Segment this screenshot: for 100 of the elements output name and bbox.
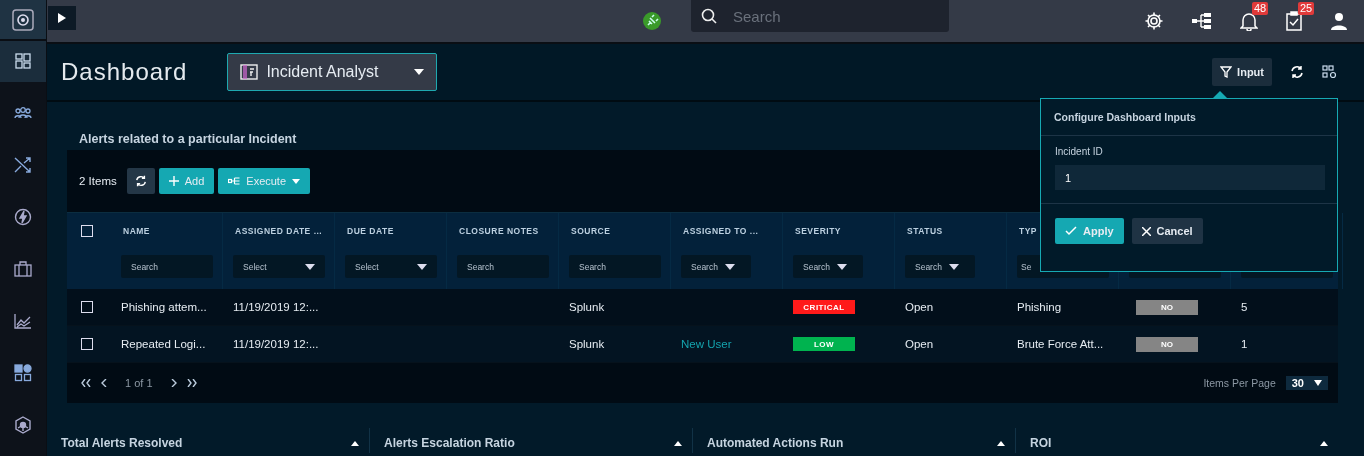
row-checkbox[interactable] bbox=[81, 338, 93, 350]
caret-icon bbox=[305, 263, 315, 270]
workflow-icon bbox=[228, 177, 241, 185]
table-cell: Repeated Logi... bbox=[121, 338, 206, 350]
people-icon bbox=[14, 106, 32, 121]
caret-icon bbox=[292, 178, 301, 184]
severity-badge: CRITICAL bbox=[793, 300, 855, 314]
caret-icon bbox=[948, 263, 959, 270]
table-cell: Open bbox=[905, 301, 934, 313]
check-icon bbox=[1065, 226, 1077, 236]
shuffle-icon bbox=[14, 156, 32, 175]
row-checkbox[interactable] bbox=[81, 301, 93, 313]
refresh-icon[interactable] bbox=[1290, 65, 1304, 79]
caret-icon bbox=[1314, 380, 1322, 386]
caret-icon bbox=[836, 263, 847, 270]
close-icon bbox=[1141, 226, 1151, 236]
field-label: Incident ID bbox=[1055, 146, 1104, 157]
column-header[interactable]: CLOSURE NOTES bbox=[457, 226, 558, 240]
caret-icon bbox=[417, 263, 427, 270]
filter-field[interactable]: Search bbox=[569, 255, 661, 278]
play-icon bbox=[58, 12, 66, 23]
search-icon bbox=[701, 8, 717, 24]
sidebar-item[interactable] bbox=[0, 41, 46, 82]
dashboard-settings-icon[interactable] bbox=[1322, 65, 1338, 79]
user-link[interactable]: New User bbox=[681, 338, 732, 350]
popup-title: Configure Dashboard Inputs bbox=[1041, 99, 1337, 136]
dashboard-icon bbox=[240, 64, 259, 80]
table-cell: Open bbox=[905, 338, 934, 350]
table-cell: Splunk bbox=[569, 338, 605, 350]
collapse-icon[interactable] bbox=[351, 440, 359, 446]
bell-icon[interactable] bbox=[1240, 11, 1258, 31]
next-page-icon[interactable] bbox=[170, 379, 177, 387]
dashboard-icon bbox=[15, 53, 31, 70]
column-header[interactable]: STATUS bbox=[905, 226, 1006, 240]
briefcase-icon bbox=[14, 260, 32, 277]
table-cell: 11/19/2019 12:... bbox=[233, 301, 319, 313]
first-page-icon[interactable] bbox=[81, 379, 91, 387]
filter-dropdown[interactable]: Select bbox=[233, 255, 325, 278]
filter-dropdown[interactable]: Search bbox=[681, 255, 751, 278]
page-indicator: 1 of 1 bbox=[125, 377, 153, 389]
table-cell: 11/19/2019 12:... bbox=[233, 338, 319, 350]
caret-icon bbox=[724, 263, 735, 270]
expand-button[interactable] bbox=[48, 5, 76, 30]
panel-title: Automated Actions Run bbox=[707, 436, 844, 450]
status-pill: NO bbox=[1136, 299, 1198, 315]
panel-title: ROI bbox=[1030, 436, 1052, 450]
widget-title: Alerts related to a particular Incident bbox=[79, 132, 297, 146]
page-title: Dashboard bbox=[61, 58, 188, 86]
user-icon[interactable] bbox=[1330, 12, 1348, 30]
table-cell: 5 bbox=[1241, 301, 1248, 313]
table-cell: 1 bbox=[1241, 338, 1248, 350]
table-cell: Splunk bbox=[569, 301, 605, 313]
column-header[interactable]: SOURCE bbox=[569, 226, 670, 240]
filter-dropdown[interactable]: Select bbox=[345, 255, 437, 278]
collapse-icon[interactable] bbox=[1320, 440, 1328, 446]
panel-title: Total Alerts Resolved bbox=[61, 436, 183, 450]
filter-field[interactable]: Search bbox=[457, 255, 549, 278]
hub-icon bbox=[14, 415, 32, 434]
items-per-page-dropdown[interactable]: 30 bbox=[1285, 376, 1328, 390]
notification-count: 48 bbox=[1252, 2, 1269, 15]
filter-icon bbox=[1220, 66, 1233, 78]
table-cell: Phishing bbox=[1017, 301, 1062, 313]
column-header[interactable]: ASSIGNED DATE ... bbox=[233, 226, 334, 240]
status-pill: NO bbox=[1136, 336, 1198, 352]
input-button[interactable]: Input bbox=[1212, 58, 1272, 86]
filter-dropdown[interactable]: Search bbox=[905, 255, 975, 278]
select-all-checkbox[interactable] bbox=[81, 225, 93, 237]
collapse-icon[interactable] bbox=[674, 440, 682, 446]
column-header[interactable]: ASSIGNED TO ... bbox=[681, 226, 782, 240]
item-count: 2 Items bbox=[79, 175, 117, 187]
settings-icon[interactable] bbox=[1144, 11, 1164, 31]
filter-field[interactable]: Search bbox=[121, 255, 213, 278]
column-header[interactable]: NAME bbox=[121, 226, 222, 240]
previous-page-icon[interactable] bbox=[101, 379, 107, 387]
task-count: 25 bbox=[1298, 2, 1315, 15]
panel-title: Alerts Escalation Ratio bbox=[384, 436, 515, 450]
filter-dropdown[interactable]: Search bbox=[793, 255, 863, 278]
refresh-button[interactable] bbox=[126, 168, 155, 194]
severity-badge: LOW bbox=[793, 337, 855, 351]
dashboard-dropdown[interactable]: Incident Analyst bbox=[227, 53, 438, 91]
plus-icon bbox=[168, 176, 179, 186]
table-cell: Brute Force Att... bbox=[1017, 338, 1104, 350]
incident-id-field[interactable]: 1 bbox=[1055, 165, 1325, 190]
items-per-page-label: Items Per Page bbox=[1203, 377, 1276, 389]
bolt-icon bbox=[14, 208, 32, 227]
column-header[interactable]: SEVERITY bbox=[793, 226, 894, 240]
table-cell: Phishing attem... bbox=[121, 301, 207, 313]
clipboard-check-icon[interactable] bbox=[1286, 11, 1302, 31]
search-field[interactable]: Search bbox=[691, 0, 949, 32]
cancel-button[interactable]: Cancel bbox=[1131, 218, 1203, 244]
last-page-icon[interactable] bbox=[186, 379, 197, 387]
caret-icon bbox=[414, 69, 425, 75]
column-header[interactable]: DUE DATE bbox=[345, 226, 446, 240]
apps-icon bbox=[14, 363, 32, 382]
chart-icon bbox=[14, 312, 32, 329]
plug-icon[interactable] bbox=[641, 10, 663, 32]
collapse-icon[interactable] bbox=[997, 440, 1005, 446]
refresh-icon bbox=[134, 175, 147, 187]
hierarchy-icon[interactable] bbox=[1192, 12, 1212, 30]
logo-icon[interactable] bbox=[12, 8, 34, 31]
